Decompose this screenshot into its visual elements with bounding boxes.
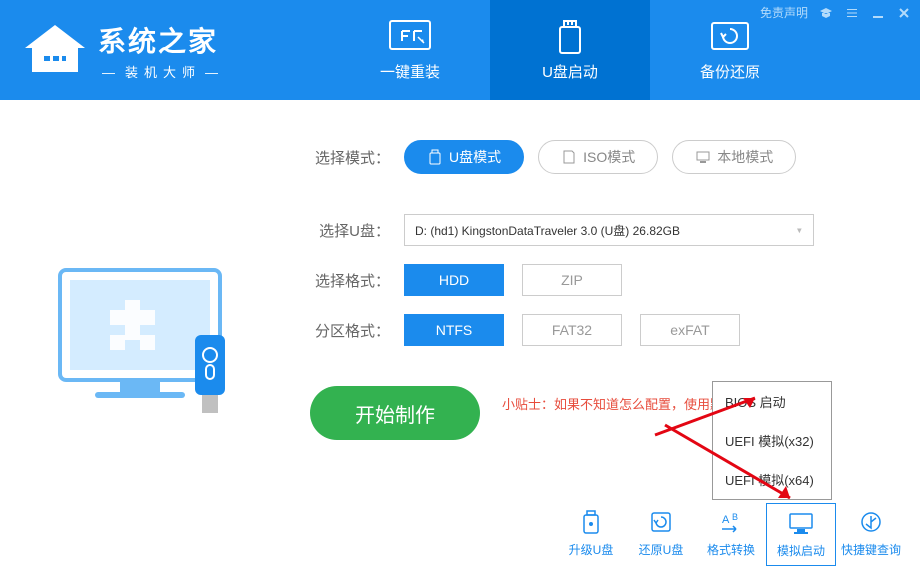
tool-restore[interactable]: 还原U盘 <box>626 503 696 566</box>
titlebar: 免责声明 <box>760 4 912 21</box>
svg-text:A: A <box>722 514 730 526</box>
partition-exfat-button[interactable]: exFAT <box>640 314 740 346</box>
usb-device-select[interactable]: D: (hd1) KingstonDataTraveler 3.0 (U盘) 2… <box>404 214 814 246</box>
usb-device-value: D: (hd1) KingstonDataTraveler 3.0 (U盘) 2… <box>415 222 680 239</box>
reinstall-icon <box>388 19 432 55</box>
tab-reinstall-label: 一键重装 <box>380 61 440 82</box>
settings-icon[interactable] <box>844 5 860 21</box>
tool-convert[interactable]: AB 格式转换 <box>696 503 766 566</box>
tab-reinstall[interactable]: 一键重装 <box>330 0 490 100</box>
mode-local-label: 本地模式 <box>717 147 773 167</box>
restore-usb-icon <box>646 509 676 535</box>
upgrade-usb-icon <box>576 509 606 535</box>
tool-simulate-label: 模拟启动 <box>777 542 825 559</box>
row-format: 选择格式： HDD ZIP <box>310 264 890 296</box>
bottom-tools: 升级U盘 还原U盘 AB 格式转换 模拟启动 快捷键查询 <box>556 503 906 566</box>
mode-usb-button[interactable]: U盘模式 <box>404 140 524 174</box>
tool-shortcut[interactable]: 快捷键查询 <box>836 503 906 566</box>
partition-ntfs-button[interactable]: NTFS <box>404 314 504 346</box>
svg-text:B: B <box>732 512 738 522</box>
simulate-popup: BIOS 启动 UEFI 模拟(x32) UEFI 模拟(x64) <box>712 381 832 500</box>
tab-usb-boot-label: U盘启动 <box>542 61 598 82</box>
content: 选择模式： U盘模式 ISO模式 本地模式 选择U盘： D: (hd1) Kin… <box>300 100 920 580</box>
tool-shortcut-label: 快捷键查询 <box>841 541 901 558</box>
mode-iso-label: ISO模式 <box>583 147 635 167</box>
logo-subtitle: 装机大师 <box>98 62 228 81</box>
tab-backup-label: 备份还原 <box>700 61 760 82</box>
row-partition: 分区格式： NTFS FAT32 exFAT <box>310 314 890 346</box>
tool-upgrade-label: 升级U盘 <box>569 541 614 558</box>
backup-icon <box>708 19 752 55</box>
graduation-icon[interactable] <box>818 5 834 21</box>
shortcut-icon <box>856 509 886 535</box>
usb-small-icon <box>427 149 443 165</box>
popup-bios[interactable]: BIOS 启动 <box>713 382 831 421</box>
illustration <box>0 100 300 580</box>
convert-icon: AB <box>716 509 746 535</box>
row-usb: 选择U盘： D: (hd1) KingstonDataTraveler 3.0 … <box>310 214 890 246</box>
logo-area: 系统之家 装机大师 <box>0 20 330 81</box>
header: 系统之家 装机大师 一键重装 U盘启动 备份还原 免责声明 <box>0 0 920 100</box>
minimize-button[interactable] <box>870 5 886 21</box>
simulate-icon <box>786 510 816 536</box>
tool-simulate[interactable]: 模拟启动 <box>766 503 836 566</box>
logo-house-icon <box>20 20 90 80</box>
tool-convert-label: 格式转换 <box>707 541 755 558</box>
mode-iso-button[interactable]: ISO模式 <box>538 140 658 174</box>
mode-usb-label: U盘模式 <box>449 147 501 167</box>
popup-uefi32[interactable]: UEFI 模拟(x32) <box>713 421 831 460</box>
label-select-mode: 选择模式： <box>310 147 390 168</box>
tool-restore-label: 还原U盘 <box>639 541 684 558</box>
format-zip-button[interactable]: ZIP <box>522 264 622 296</box>
row-mode: 选择模式： U盘模式 ISO模式 本地模式 <box>310 140 890 174</box>
nav-tabs: 一键重装 U盘启动 备份还原 <box>330 0 810 100</box>
logo-title: 系统之家 <box>98 20 228 60</box>
tab-usb-boot[interactable]: U盘启动 <box>490 0 650 100</box>
label-select-usb: 选择U盘： <box>310 220 390 241</box>
usb-boot-icon <box>548 19 592 55</box>
start-button[interactable]: 开始制作 <box>310 386 480 440</box>
partition-fat32-button[interactable]: FAT32 <box>522 314 622 346</box>
disclaimer-link[interactable]: 免责声明 <box>760 4 808 21</box>
label-select-format: 选择格式： <box>310 270 390 291</box>
local-small-icon <box>695 149 711 165</box>
main: 选择模式： U盘模式 ISO模式 本地模式 选择U盘： D: (hd1) Kin… <box>0 100 920 580</box>
mode-local-button[interactable]: 本地模式 <box>672 140 796 174</box>
format-hdd-button[interactable]: HDD <box>404 264 504 296</box>
label-partition-format: 分区格式： <box>310 320 390 341</box>
close-button[interactable] <box>896 5 912 21</box>
tool-upgrade[interactable]: 升级U盘 <box>556 503 626 566</box>
popup-uefi64[interactable]: UEFI 模拟(x64) <box>713 460 831 499</box>
iso-small-icon <box>561 149 577 165</box>
